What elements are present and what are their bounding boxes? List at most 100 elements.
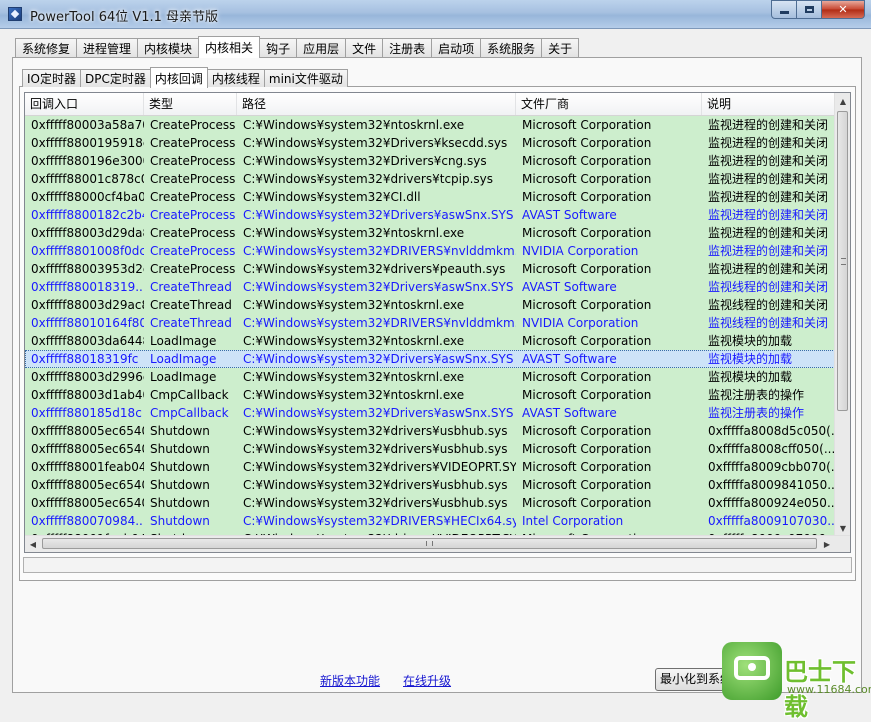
window-title: PowerTool 64位 V1.1 母亲节版 [30,10,219,25]
table-row[interactable]: 0xfffff88005ec6540 Shutdown C:¥Windows¥sys… [25,476,835,494]
minimize-icon [779,11,789,14]
module-path: C:¥Windows¥system32¥CI.dll [243,190,421,204]
callback-type: CreateProcess [150,208,236,222]
table-row[interactable]: 0xfffff8800182c2b4 CreateProcess C:¥Window… [25,206,835,224]
module-path: C:¥Windows¥system32¥ntoskrnl.exe [243,370,465,384]
vertical-scrollbar[interactable]: ▲ ▼ [834,93,850,536]
vertical-scroll-thumb[interactable] [837,111,848,411]
horizontal-scroll-thumb[interactable] [42,538,817,549]
file-vendor: Intel Corporation [522,514,624,528]
table-row[interactable]: 0xfffff88018319fc LoadImage C:¥Windows¥sys… [25,350,835,368]
callback-description: 监视模块的加载 [708,334,793,348]
callback-description: 0xfffffa8008d5c050(... [708,424,835,438]
main-tab[interactable]: 注册表 [382,38,433,57]
new-features-link[interactable]: 新版本功能 [320,672,380,689]
module-path: C:¥Windows¥system32¥ntoskrnl.exe [243,334,465,348]
scroll-up-icon[interactable]: ▲ [835,93,850,109]
list-rows: 0xfffff80003a58a70 CreateProcess C:¥Window… [25,116,835,536]
module-path: C:¥Windows¥system32¥ntoskrnl.exe [243,118,465,132]
sub-tab[interactable]: 内核线程 [206,69,265,87]
callback-type: CmpCallback [150,406,229,420]
main-tab[interactable]: 系统服务 [480,38,543,57]
callback-description: 0xfffffa8009841050... [708,478,835,492]
callback-type: CreateThread [150,298,232,312]
file-vendor: Microsoft Corporation [522,370,652,384]
close-button[interactable]: ✕ [822,0,865,19]
column-header-path[interactable]: 路径 [237,93,516,115]
table-row[interactable]: 0xfffff88003d1ab40 CmpCallback C:¥Windows¥… [25,386,835,404]
callback-description: 0xfffffa8009cbb070(... [708,460,835,474]
table-row[interactable]: 0xfffff88001c878c0 CreateProcess C:¥Window… [25,170,835,188]
module-path: C:¥Windows¥system32¥Drivers¥aswSnx.SYS [243,280,514,294]
callback-description: 监视进程的创建和关闭 [708,154,829,168]
sub-tab[interactable]: DPC定时器 [80,69,151,87]
main-tab[interactable]: 钩子 [259,38,298,57]
sub-tab-strip: IO定时器 DPC定时器 内核回调 内核线程 mini文件驱动 [22,67,348,88]
table-row[interactable]: 0xfffff88003953d2c CreateProcess C:¥Window… [25,260,835,278]
table-row[interactable]: 0xfffff88010164f80 CreateThread C:¥Windows… [25,314,835,332]
callback-type: Shutdown [150,496,210,510]
module-path: C:¥Windows¥system32¥DRIVERS¥nvlddmkm.sys [243,316,516,330]
column-header-description[interactable]: 说明 [702,93,835,115]
file-vendor: AVAST Software [522,352,617,366]
callback-entry: 0xfffff88001c878c0 [31,172,144,186]
callback-entry: 0xfffff88005ec6540 [31,424,144,438]
callback-entry: 0xfffff88003da6448 [31,334,144,348]
table-row[interactable]: 0xfffff88005ec6540 Shutdown C:¥Windows¥sys… [25,440,835,458]
table-row[interactable]: 0xfffff880070984... Shutdown C:¥Windows¥sy… [25,512,835,530]
table-row[interactable]: 0xfffff88000cf4ba0 CreateProcess C:¥Window… [25,188,835,206]
callback-entry: 0xfffff80003a58a70 [31,118,144,132]
table-row[interactable]: 0xfffff8800195918c CreateProcess C:¥Window… [25,134,835,152]
callback-entry: 0xfffff88005ec6540 [31,496,144,510]
title-bar[interactable]: PowerTool 64位 V1.1 母亲节版 ✕ [0,0,871,29]
main-tab[interactable]: 内核相关 [198,36,261,58]
main-tab[interactable]: 内核模块 [137,38,200,57]
table-row[interactable]: 0xfffff88003d29da8 CreateProcess C:¥Window… [25,224,835,242]
table-row[interactable]: 0xfffff88001feab04 Shutdown C:¥Windows¥sys… [25,458,835,476]
table-row[interactable]: 0xfffff88003d2996c LoadImage C:¥Windows¥sy… [25,368,835,386]
table-row[interactable]: 0xfffff880185d18c CmpCallback C:¥Windows¥s… [25,404,835,422]
module-path: C:¥Windows¥system32¥DRIVERS¥HECIx64.sys [243,514,516,528]
maximize-button[interactable] [797,0,822,19]
kernel-callback-list[interactable]: 回调入口 类型 路径 文件厂商 说明 0xfffff80003a58a70 Cre… [24,92,851,553]
scroll-right-icon[interactable]: ▶ [819,536,835,552]
main-tab[interactable]: 进程管理 [76,38,139,57]
module-path: C:¥Windows¥system32¥drivers¥usbhub.sys [243,424,508,438]
column-header-type[interactable]: 类型 [144,93,237,115]
sub-tab[interactable]: mini文件驱动 [263,69,348,87]
module-path: C:¥Windows¥system32¥ntoskrnl.exe [243,298,465,312]
module-path: C:¥Windows¥system32¥drivers¥usbhub.sys [243,478,508,492]
main-tab[interactable]: 系统修复 [15,38,78,57]
table-row[interactable]: 0xfffff8801008f0dc CreateProcess C:¥Window… [25,242,835,260]
file-vendor: AVAST Software [522,406,617,420]
table-row[interactable]: 0xfffff80003a58a70 CreateProcess C:¥Window… [25,116,835,134]
file-vendor: Microsoft Corporation [522,190,652,204]
main-tab[interactable]: 启动项 [431,38,482,57]
file-vendor: Microsoft Corporation [522,154,652,168]
table-row[interactable]: 0xfffff880018319... CreateThread C:¥Window… [25,278,835,296]
scroll-down-icon[interactable]: ▼ [835,520,850,536]
minimize-button[interactable] [771,0,797,19]
callback-description: 监视进程的创建和关闭 [708,262,829,276]
main-tab[interactable]: 应用层 [296,38,347,57]
callback-type: LoadImage [150,370,217,384]
callback-description: 监视进程的创建和关闭 [708,136,829,150]
tv-icon [734,656,770,680]
callback-entry: 0xfffff88003d1ab40 [31,388,144,402]
main-tab[interactable]: 关于 [541,38,580,57]
callback-type: Shutdown [150,460,210,474]
sub-tab[interactable]: 内核回调 [149,67,208,88]
sub-tab[interactable]: IO定时器 [22,69,81,87]
grip-icon [841,258,846,265]
table-row[interactable]: 0xfffff88005ec6540 Shutdown C:¥Windows¥sys… [25,494,835,512]
table-row[interactable]: 0xfffff880196e3000 CreateProcess C:¥Window… [25,152,835,170]
scroll-left-icon[interactable]: ◀ [25,536,41,552]
column-header-vendor[interactable]: 文件厂商 [516,93,702,115]
table-row[interactable]: 0xfffff88003d29ac8 CreateThread C:¥Windows… [25,296,835,314]
column-header-entry[interactable]: 回调入口 [25,93,144,115]
table-row[interactable]: 0xfffff88005ec6540 Shutdown C:¥Windows¥sys… [25,422,835,440]
table-row[interactable]: 0xfffff88003da6448 LoadImage C:¥Windows¥sy… [25,332,835,350]
horizontal-scrollbar[interactable]: ◀ ▶ [25,535,850,552]
main-tab[interactable]: 文件 [345,38,384,57]
online-upgrade-link[interactable]: 在线升级 [403,672,451,689]
